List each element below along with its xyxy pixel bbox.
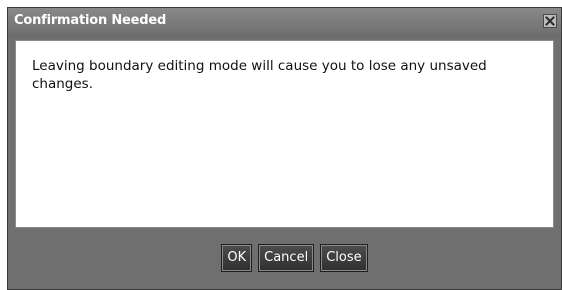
cancel-button[interactable]: Cancel	[258, 244, 315, 272]
dialog-button-bar: OK Cancel Close	[8, 244, 561, 272]
confirmation-dialog: Confirmation Needed Leaving boundary edi…	[7, 7, 562, 290]
dialog-message: Leaving boundary editing mode will cause…	[32, 58, 487, 92]
close-button[interactable]: Close	[320, 244, 368, 272]
ok-button[interactable]: OK	[221, 244, 253, 272]
dialog-content: Leaving boundary editing mode will cause…	[15, 40, 554, 228]
close-icon[interactable]	[543, 14, 557, 28]
dialog-titlebar[interactable]: Confirmation Needed	[8, 8, 561, 37]
dialog-title: Confirmation Needed	[14, 13, 167, 28]
